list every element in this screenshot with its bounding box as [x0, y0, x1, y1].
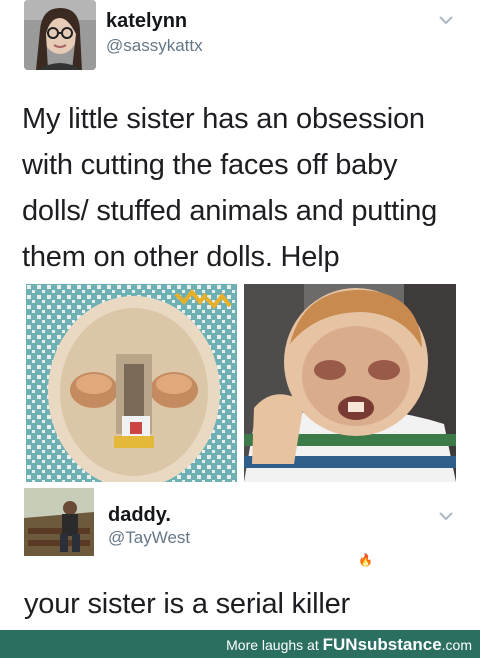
footer-suffix: .com — [441, 637, 472, 653]
reply-avatar[interactable] — [24, 488, 94, 556]
footer-brand: FUNsubstance — [322, 635, 442, 654]
footer-prefix: More laughs at — [226, 637, 323, 653]
tweet-image-left[interactable] — [26, 284, 237, 482]
tweet-image-right[interactable] — [244, 284, 456, 482]
chevron-down-icon[interactable] — [438, 14, 454, 26]
chevron-down-icon[interactable] — [438, 510, 454, 522]
fire-icon: 🔥 — [358, 553, 373, 567]
reply-author-handle[interactable]: @TayWest — [108, 528, 190, 548]
reply-header: daddy. @TayWest — [24, 488, 464, 558]
author-handle[interactable]: @sassykattx — [106, 36, 203, 56]
avatar[interactable] — [24, 0, 96, 70]
footer-banner[interactable]: More laughs at FUNsubstance.com — [0, 630, 480, 658]
tweet-text: My little sister has an obsession with c… — [22, 103, 438, 273]
reply-text: your sister is a serial killer — [24, 588, 350, 620]
tweet-header: katelynn @sassykattx — [24, 0, 464, 70]
footer-text[interactable]: More laughs at FUNsubstance.com — [226, 635, 472, 655]
reply-author-name[interactable]: daddy. — [108, 504, 171, 527]
doll-face-mask-photo — [26, 284, 237, 482]
author-name[interactable]: katelynn — [106, 10, 187, 33]
doll-wearing-face-photo — [244, 284, 456, 482]
